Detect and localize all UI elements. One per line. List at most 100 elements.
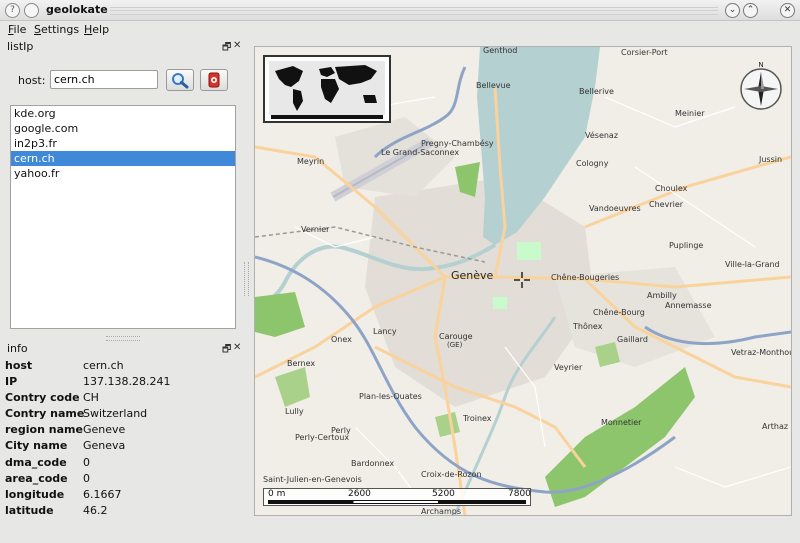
info-value: Geneve <box>83 423 126 436</box>
map-label-city: Genève <box>451 269 494 282</box>
map-label: Arthaz <box>762 422 789 431</box>
map-label: (GE) <box>447 341 463 349</box>
map-label: Bernex <box>287 359 316 368</box>
map-label: Lancy <box>373 327 397 336</box>
scale-label: 2600 <box>348 489 371 499</box>
world-map-icon <box>265 57 389 121</box>
map-label: Chêne-Bougeries <box>551 273 620 282</box>
info-key: longitude <box>5 488 65 501</box>
scale-bar: 0 m 2600 5200 7800 <box>263 488 531 506</box>
map-label: Perly-Certoux <box>295 433 350 442</box>
map-label: Vernier <box>301 225 330 234</box>
map-label: Ville-la-Grand <box>725 260 780 269</box>
listip-dock-label: listIp <box>7 40 34 53</box>
info-key: area_code <box>5 472 68 485</box>
host-list[interactable]: kde.org google.com in2p3.fr cern.ch yaho… <box>10 105 236 329</box>
host-input[interactable] <box>50 70 158 89</box>
app-icon <box>24 3 39 18</box>
map-label: Veyrier <box>554 363 583 372</box>
info-float-icon[interactable]: 🗗 <box>222 342 231 359</box>
map-label: Vandoeuvres <box>589 204 641 213</box>
map-label: Bardonnex <box>351 459 395 468</box>
info-value: Switzerland <box>83 407 148 420</box>
map-label: Meyrin <box>297 157 325 166</box>
scale-label: 5200 <box>432 489 455 499</box>
window-titlebar[interactable]: ? geolokate ⌄ ⌃ ✕ <box>0 0 800 21</box>
map-label: Thônex <box>573 322 603 331</box>
menu-settings-label: ettings <box>40 23 80 36</box>
help-icon[interactable]: ? <box>5 3 20 18</box>
map-label: Vésenaz <box>585 131 619 140</box>
map-label: Annemasse <box>665 301 712 310</box>
info-key: City name <box>5 439 68 452</box>
close-button[interactable]: ✕ <box>780 3 795 18</box>
park <box>517 242 541 260</box>
menu-settings[interactable]: Settings <box>34 23 79 36</box>
host-list-item[interactable]: in2p3.fr <box>11 136 235 151</box>
map-label: Lully <box>285 407 304 416</box>
menu-file-label: ile <box>13 23 27 36</box>
menu-help-label: elp <box>92 23 110 36</box>
map-label: Croix-de-Rozon <box>421 470 482 479</box>
host-list-item-selected[interactable]: cern.ch <box>11 151 235 166</box>
map-label: Jussin <box>759 155 783 164</box>
window-title: geolokate <box>46 3 108 16</box>
minimize-button[interactable]: ⌄ <box>725 3 740 18</box>
compass-north-label: N <box>758 61 763 69</box>
map-label: Archamps <box>421 507 461 516</box>
info-value: 46.2 <box>83 504 108 517</box>
map-label: Genthod <box>483 46 518 55</box>
info-dock-title[interactable]: info 🗗 ✕ <box>4 342 242 356</box>
map-label: Troinex <box>463 414 492 423</box>
map-label: Choulex <box>655 184 688 193</box>
map-label: Bellerive <box>579 87 614 96</box>
info-value: cern.ch <box>83 359 124 372</box>
scale-bar-ruler <box>268 500 526 504</box>
map-label: Carouge <box>439 332 473 341</box>
map-label: Cologny <box>576 159 609 168</box>
listip-dock-title[interactable]: listIp 🗗 ✕ <box>4 40 242 54</box>
info-dock-label: info <box>7 342 28 355</box>
listip-close-icon[interactable]: ✕ <box>233 40 241 51</box>
map-label: Chêne-Bourg <box>593 308 645 317</box>
map-label: Ambilly <box>647 291 677 300</box>
info-key: IP <box>5 375 18 388</box>
locate-icon <box>208 72 220 88</box>
maximize-button[interactable]: ⌃ <box>743 3 758 18</box>
map-label: Meinier <box>675 109 705 118</box>
compass-icon[interactable]: N <box>739 59 783 111</box>
info-value: CH <box>83 391 99 404</box>
map-label: Monnetier <box>601 418 642 427</box>
info-close-icon[interactable]: ✕ <box>233 342 241 353</box>
map-label: Corsier-Port <box>621 48 668 57</box>
search-button[interactable] <box>166 69 194 91</box>
dock-resize-handle[interactable] <box>244 262 249 296</box>
menu-bar: File Settings Help <box>0 21 800 39</box>
map-label: Puplinge <box>669 241 704 250</box>
host-list-item[interactable]: google.com <box>11 121 235 136</box>
scale-label: 7800 <box>508 489 531 499</box>
map-label: Saint-Julien-en-Genevois <box>263 475 362 484</box>
listip-float-icon[interactable]: 🗗 <box>222 40 231 57</box>
map-label: Vetraz-Monthoux <box>731 348 791 357</box>
titlebar-grip <box>110 7 718 15</box>
menu-settings-mnemonic: S <box>34 23 41 36</box>
info-key: region name <box>5 423 83 436</box>
map-label: Plan-les-Ouates <box>359 392 422 401</box>
search-icon <box>172 73 189 89</box>
map-label: Le Grand-Saconnex <box>381 148 460 157</box>
locate-button[interactable] <box>200 69 228 91</box>
info-key: host <box>5 359 33 372</box>
info-key: Contry name <box>5 407 85 420</box>
menu-file[interactable]: File <box>8 23 26 36</box>
world-overview-map[interactable] <box>263 55 391 123</box>
info-key: dma_code <box>5 456 67 469</box>
host-list-item[interactable]: yahoo.fr <box>11 166 235 181</box>
map-view[interactable]: Genthod Corsier-Port Bellevue Bellerive … <box>254 46 792 516</box>
menu-help[interactable]: Help <box>84 23 109 36</box>
info-value: Geneva <box>83 439 126 452</box>
map-label: Chevrier <box>649 200 684 209</box>
map-label: Gaillard <box>617 335 648 344</box>
dock-splitter-handle[interactable] <box>106 336 140 341</box>
host-list-item[interactable]: kde.org <box>11 106 235 121</box>
